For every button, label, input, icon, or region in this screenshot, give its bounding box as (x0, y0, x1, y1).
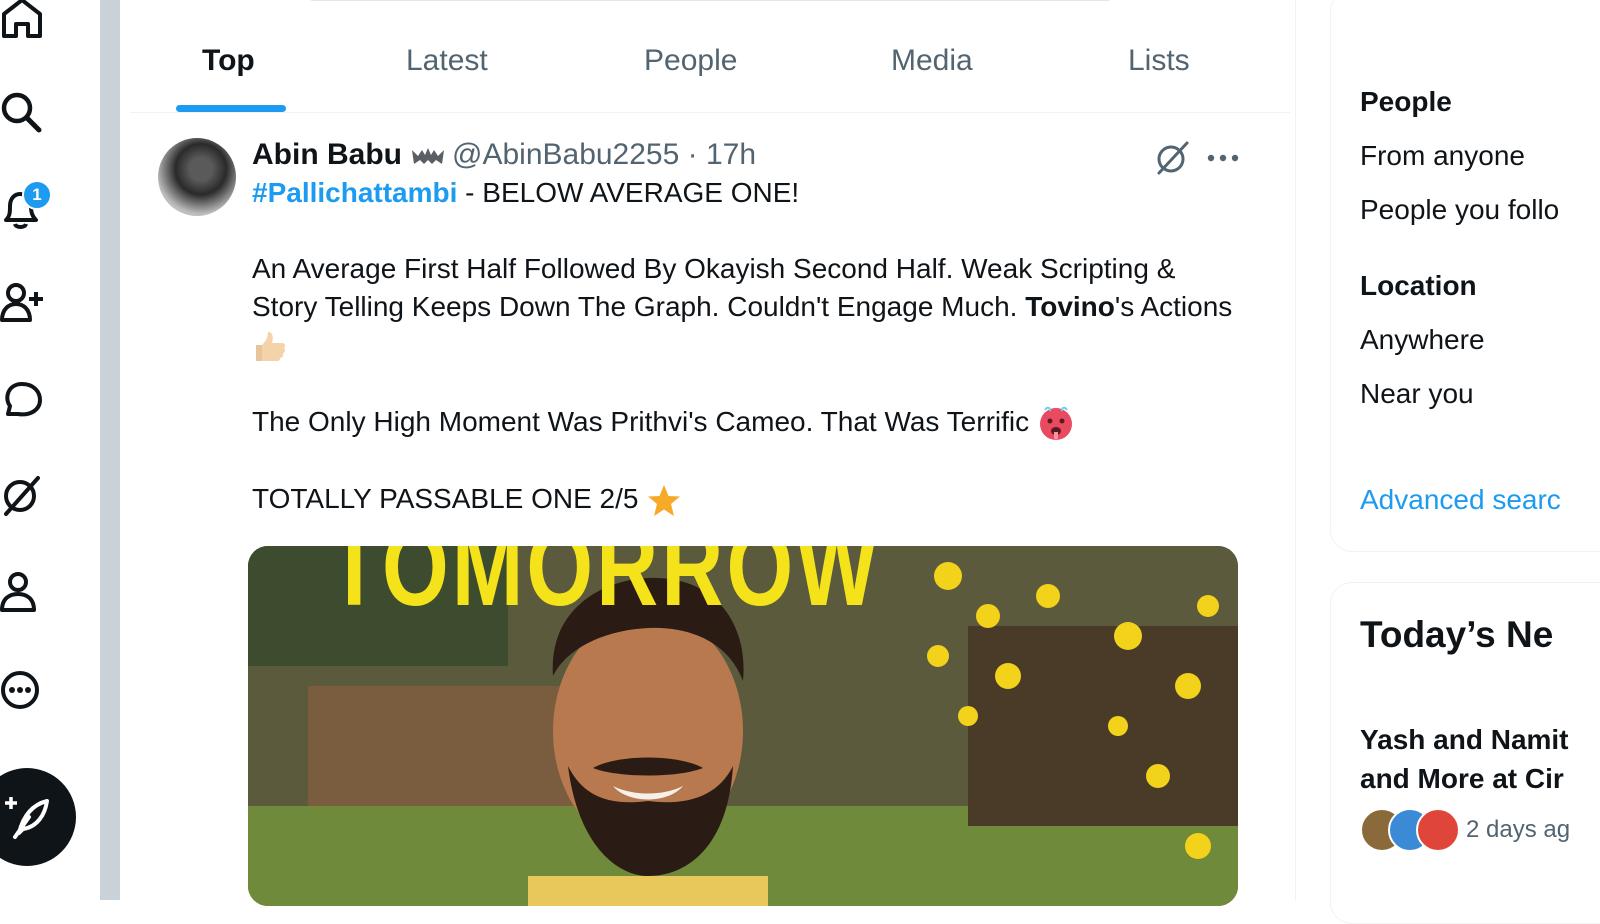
tweet-header: Abin Babu @AbinBabu2255 · 17h (252, 138, 756, 172)
main-column: Top Latest People Media Lists Abin Babu … (120, 0, 1296, 906)
todays-news-title: Today’s Ne (1360, 614, 1554, 655)
compose-button[interactable] (0, 768, 76, 866)
notifications-icon[interactable]: 1 (0, 180, 52, 232)
compose-icon (5, 797, 49, 839)
location-filter-heading: Location (1360, 270, 1477, 301)
star-emoji-icon (648, 484, 681, 516)
follow-icon[interactable] (0, 280, 44, 324)
tab-latest[interactable]: Latest (406, 44, 488, 78)
home-icon[interactable] (0, 0, 44, 40)
search-icon[interactable] (0, 90, 44, 134)
author-handle-time[interactable]: @AbinBabu2255 · 17h (452, 138, 756, 172)
tweet-bold-name: Tovino (1025, 291, 1115, 322)
filter-people-you-follow[interactable]: People you follo (1360, 194, 1559, 226)
tab-top[interactable]: Top (202, 44, 255, 78)
hashtag-link[interactable]: #Pallichattambi (252, 177, 457, 208)
more-dots-icon[interactable] (1206, 152, 1240, 164)
hot-face-emoji-icon (1039, 406, 1072, 441)
filter-anywhere[interactable]: Anywhere (1360, 324, 1485, 356)
news-item[interactable]: Yash and Namit and More at Cir (1360, 720, 1569, 798)
scrollbar-divider (100, 0, 120, 900)
tweet-media-image[interactable]: TOMORROW (248, 546, 1238, 906)
tab-lists[interactable]: Lists (1128, 44, 1190, 78)
grok-actions-icon[interactable] (1153, 139, 1191, 177)
author-name[interactable]: Abin Babu (252, 138, 402, 172)
filter-from-anyone[interactable]: From anyone (1360, 140, 1525, 172)
grok-icon[interactable] (0, 474, 44, 518)
tweet[interactable]: Abin Babu @AbinBabu2255 · 17h #Pallichat… (120, 112, 1295, 906)
advanced-search-link[interactable]: Advanced searc (1360, 484, 1561, 516)
profile-icon[interactable] (0, 570, 44, 614)
news-source-avatars (1360, 808, 1460, 852)
notification-badge: 1 (22, 180, 52, 210)
bat-emoji-icon (412, 148, 444, 164)
tweet-text: #Pallichattambi - BELOW AVERAGE ONE! An … (252, 174, 1242, 519)
news-item-line2: and More at Cir (1360, 763, 1564, 794)
messages-icon[interactable] (0, 378, 44, 422)
tweet-paragraph-2b: 's Actions (1114, 291, 1233, 322)
right-sidebar: People From anyone People you follo Loca… (1330, 0, 1600, 924)
tab-bar: Top Latest People Media Lists (130, 0, 1290, 113)
tab-media[interactable]: Media (891, 44, 973, 78)
tweet-paragraph-4: TOTALLY PASSABLE ONE 2/5 (252, 483, 639, 515)
news-timestamp: 2 days ag (1466, 816, 1571, 843)
news-item-line1: Yash and Namit (1360, 724, 1569, 755)
source-avatar (1416, 808, 1460, 852)
tweet-paragraph-3: The Only High Moment Was Prithvi's Cameo… (252, 405, 1030, 437)
active-tab-indicator (176, 105, 286, 112)
avatar[interactable] (158, 138, 236, 216)
tweet-line1: - BELOW AVERAGE ONE! (457, 177, 800, 208)
thumbs-up-emoji-icon (256, 331, 286, 361)
media-overlay-text: TOMORROW (328, 546, 881, 629)
left-navigation: 1 (0, 0, 100, 900)
filter-near-you[interactable]: Near you (1360, 378, 1474, 410)
people-filter-heading: People (1360, 86, 1452, 117)
more-options-icon[interactable] (0, 668, 44, 712)
tab-people[interactable]: People (644, 44, 737, 78)
